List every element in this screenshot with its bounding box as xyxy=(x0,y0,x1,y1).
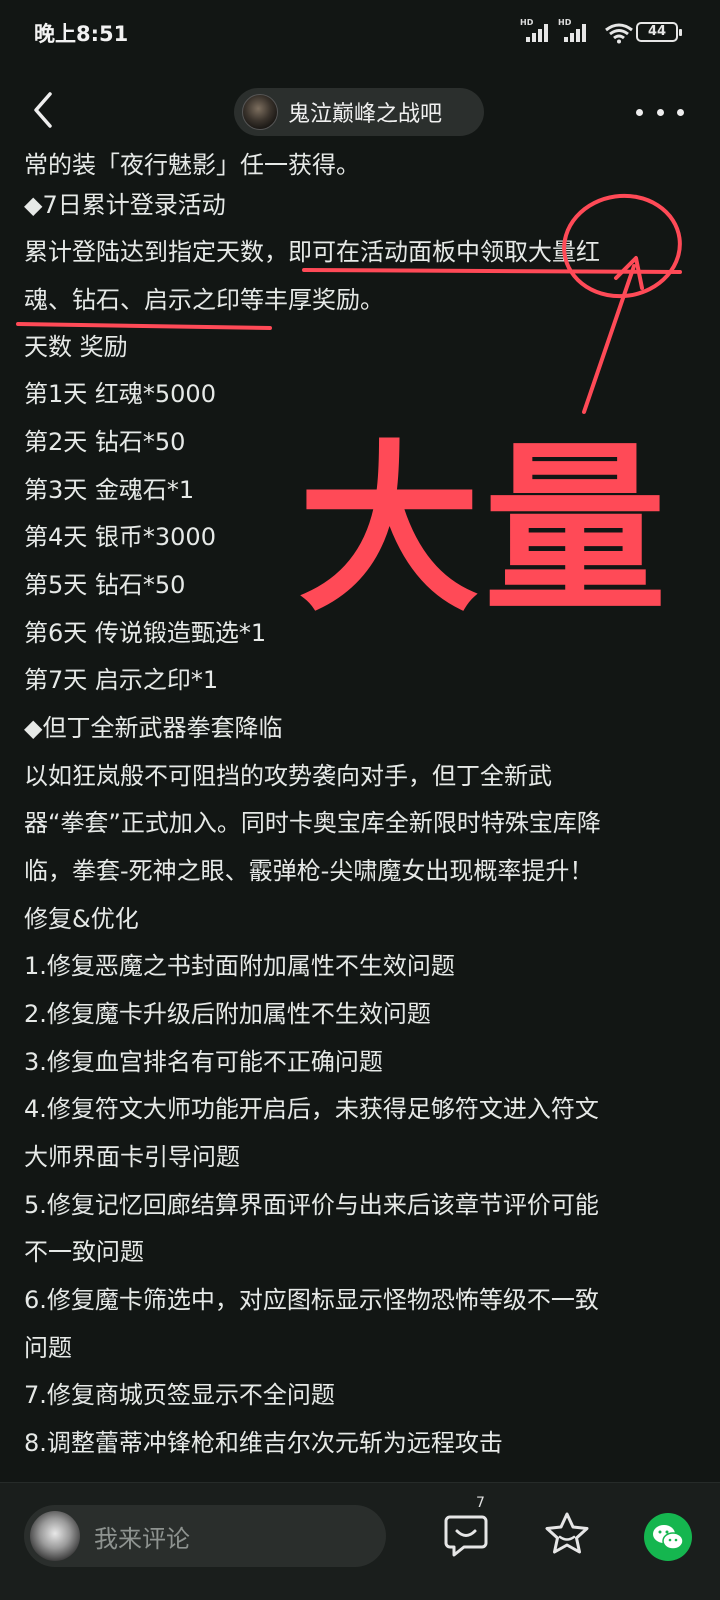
fix-item: 问题 xyxy=(24,1334,72,1362)
signal-icon: HD xyxy=(520,18,554,42)
status-bar: 晚上8:51 HD HD 44 xyxy=(0,0,720,66)
fix-item: 2.修复魔卡升级后附加属性不生效问题 xyxy=(24,1000,431,1028)
fix-item: 大师界面卡引导问题 xyxy=(24,1143,240,1171)
forum-title-pill[interactable]: 鬼泣巅峰之战吧 xyxy=(234,88,484,136)
comment-input[interactable]: 我来评论 xyxy=(24,1505,386,1567)
fix-item: 4.修复符文大师功能开启后，未获得足够符文进入符文 xyxy=(24,1095,599,1123)
fix-item: 8.调整蕾蒂冲锋枪和维吉尔次元斩为远程攻击 xyxy=(24,1429,503,1457)
wifi-icon xyxy=(605,23,633,44)
annotation-big-text: 大量 xyxy=(298,424,670,636)
forum-title: 鬼泣巅峰之战吧 xyxy=(288,102,443,127)
user-avatar xyxy=(30,1511,80,1561)
section-heading: ◆但丁全新武器拳套降临 xyxy=(24,714,283,742)
section-heading: ◆7日累计登录活动 xyxy=(24,191,226,219)
post-line: 累计登陆达到指定天数，即可在活动面板中领取大量红 xyxy=(24,238,600,266)
comment-placeholder: 我来评论 xyxy=(94,1524,190,1553)
post-line: 魂、钻石、启示之印等丰厚奖励。 xyxy=(24,286,384,314)
fix-item: 6.修复魔卡筛选中，对应图标显示怪物恐怖等级不一致 xyxy=(24,1286,599,1314)
table-header: 天数 奖励 xyxy=(24,333,128,361)
fix-item: 1.修复恶魔之书封面附加属性不生效问题 xyxy=(24,952,455,980)
post-line-cut: 常的装「夜行魅影」任一获得。 xyxy=(24,151,360,179)
fix-item: 不一致问题 xyxy=(24,1238,144,1266)
reward-row: 第5天 钻石*50 xyxy=(24,571,186,599)
reward-row: 第7天 启示之印*1 xyxy=(24,666,219,694)
fix-item: 7.修复商城页签显示不全问题 xyxy=(24,1381,335,1409)
fix-item: 5.修复记忆回廊结算界面评价与出来后该章节评价可能 xyxy=(24,1191,599,1219)
reward-row: 第6天 传说锻造甄选*1 xyxy=(24,619,267,647)
post-line: 器“拳套”正式加入。同时卡奥宝库全新限时特殊宝库降 xyxy=(24,809,601,837)
reward-row: 第2天 钻石*50 xyxy=(24,428,186,456)
star-icon[interactable] xyxy=(542,1509,592,1559)
reply-count: 7 xyxy=(476,1495,485,1511)
battery-level: 44 xyxy=(647,24,667,39)
section-heading: 修复&优化 xyxy=(24,905,139,933)
back-arrow-icon[interactable] xyxy=(24,86,64,134)
top-nav: 鬼泣巅峰之战吧 xyxy=(0,66,720,158)
post-line: 临，拳套-死神之眼、霰弹枪-尖啸魔女出现概率提升！ xyxy=(24,857,594,885)
post-line: 以如狂岚般不可阻挡的攻势袭向对手，但丁全新武 xyxy=(24,762,552,790)
wechat-icon[interactable] xyxy=(644,1513,692,1561)
reward-row: 第4天 银币*3000 xyxy=(24,523,216,551)
reply-bubble-icon[interactable] xyxy=(440,1509,492,1561)
post-content: 常的装「夜行魅影」任一获得。 ◆7日累计登录活动 累计登陆达到指定天数，即可在活… xyxy=(0,150,720,1482)
fix-item: 3.修复血宫排名有可能不正确问题 xyxy=(24,1048,383,1076)
signal-icon-2: HD xyxy=(558,18,592,42)
reward-row: 第1天 红魂*5000 xyxy=(24,380,216,408)
bottom-bar: 我来评论 7 xyxy=(0,1482,720,1600)
more-dots-icon[interactable] xyxy=(636,102,684,122)
reward-row: 第3天 金魂石*1 xyxy=(24,476,195,504)
status-time: 晚上8:51 xyxy=(34,22,129,46)
battery-icon: 44 xyxy=(636,22,682,42)
forum-avatar xyxy=(242,94,278,130)
